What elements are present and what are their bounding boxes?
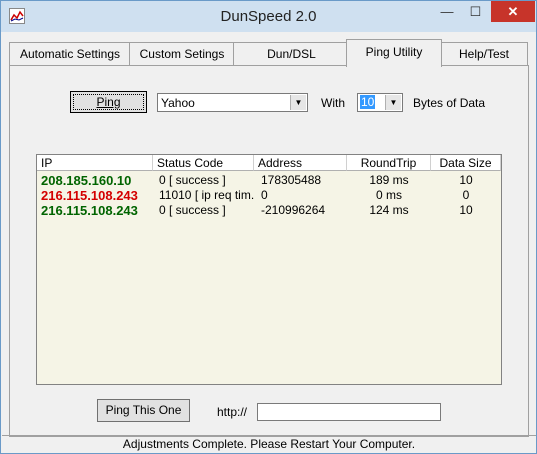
with-label: With — [321, 96, 345, 110]
ping-this-one-button[interactable]: Ping This One — [97, 399, 190, 422]
url-input[interactable] — [257, 403, 441, 421]
byte-count-select[interactable]: 10 ▼ — [357, 93, 403, 112]
tab-custom-settings[interactable]: Custom Setings — [129, 42, 235, 65]
host-select[interactable]: Yahoo ▼ — [157, 93, 308, 112]
maximize-button[interactable]: ☐ — [462, 1, 489, 22]
column-header-address[interactable]: Address — [254, 155, 347, 171]
column-header-ip[interactable]: IP — [37, 155, 153, 171]
ping-results-list[interactable]: IP Status Code Address RoundTrip Data Si… — [36, 154, 502, 385]
row-address: 178305488 — [261, 173, 322, 187]
chevron-down-icon[interactable]: ▼ — [290, 95, 306, 110]
minimize-button[interactable]: — — [433, 1, 461, 22]
tab-help-test[interactable]: Help/Test — [440, 42, 528, 65]
row-roundtrip: 124 ms — [369, 203, 409, 217]
app-window: DunSpeed 2.0 — ☐ ✕ Automatic Settings Cu… — [0, 0, 537, 454]
row-ip: 216.115.108.243 — [41, 188, 138, 203]
row-status: 11010 [ ip req tim... — [159, 188, 254, 202]
column-header-data-size[interactable]: Data Size — [431, 155, 501, 171]
row-data-size: 10 — [459, 173, 473, 187]
row-ip: 208.185.160.10 — [41, 173, 132, 188]
column-header-roundtrip[interactable]: RoundTrip — [347, 155, 431, 171]
ping-button[interactable]: Ping — [70, 91, 147, 113]
row-status: 0 [ success ] — [159, 203, 226, 217]
row-ip: 216.115.108.243 — [41, 203, 138, 218]
http-label: http:// — [217, 405, 248, 419]
title-bar: DunSpeed 2.0 — ☐ ✕ — [1, 1, 536, 32]
tab-dun-dsl[interactable]: Dun/DSL — [233, 42, 350, 65]
tab-ping-utility[interactable]: Ping Utility — [346, 39, 442, 67]
chevron-down-icon[interactable]: ▼ — [385, 95, 401, 110]
status-bar: Adjustments Complete. Please Restart You… — [2, 435, 536, 453]
bytes-label: Bytes of Data — [413, 96, 486, 110]
row-status: 0 [ success ] — [159, 173, 226, 187]
close-button[interactable]: ✕ — [491, 1, 535, 22]
row-data-size: 0 — [462, 188, 470, 202]
row-data-size: 10 — [459, 203, 473, 217]
row-roundtrip: 189 ms — [369, 173, 409, 187]
row-roundtrip: 0 ms — [375, 188, 402, 202]
host-value: Yahoo — [161, 96, 195, 110]
tab-automatic-settings[interactable]: Automatic Settings — [9, 42, 131, 65]
row-address: 0 — [261, 188, 268, 202]
row-address: -210996264 — [261, 203, 326, 217]
column-header-status-code[interactable]: Status Code — [153, 155, 254, 171]
ping-button-label: Ping — [96, 95, 121, 109]
byte-count-value: 10 — [360, 95, 376, 109]
